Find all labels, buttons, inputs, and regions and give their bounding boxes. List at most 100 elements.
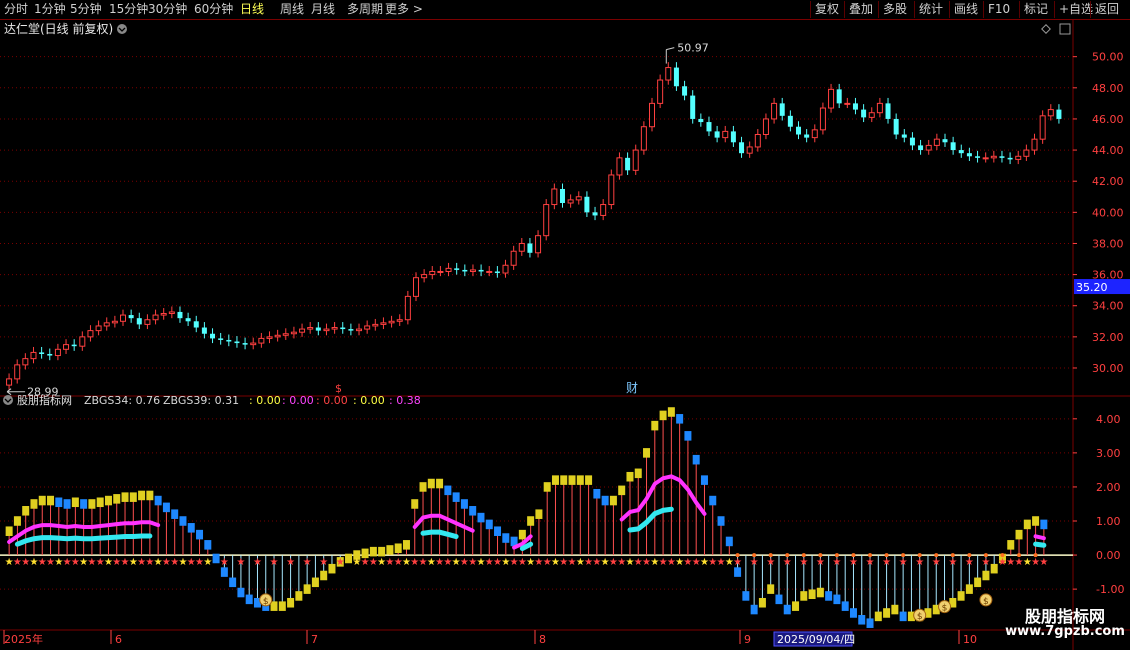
price-tick-label: 48.00 — [1092, 82, 1124, 95]
candle-body — [421, 274, 428, 279]
indicator-block — [1015, 529, 1023, 540]
candle-body — [39, 352, 45, 354]
candle — [128, 309, 134, 323]
candle — [177, 306, 183, 323]
toolbar-button-6[interactable]: 标记 — [1022, 1, 1050, 18]
signal-star: ★ — [932, 557, 941, 568]
toolbar-separator — [1054, 1, 1055, 18]
candle-body — [364, 325, 371, 330]
candle-body — [412, 277, 419, 297]
indicator-block — [146, 490, 154, 501]
candle-body — [218, 338, 224, 340]
candle-body — [87, 330, 94, 338]
svg-text:$: $ — [983, 597, 989, 607]
indicator-block — [568, 475, 576, 485]
indicator-block — [1032, 516, 1040, 526]
indicator-block — [543, 482, 551, 492]
toolbar-button-0[interactable]: 复权 — [813, 1, 841, 18]
toolbar-button-2[interactable]: 多股 — [881, 1, 909, 18]
candle-body — [804, 134, 810, 138]
candle — [958, 144, 964, 158]
period-tab-3[interactable]: 15分钟 — [109, 2, 148, 17]
candle — [469, 264, 476, 277]
period-tab-6[interactable]: 日线 — [240, 2, 264, 17]
candle-body — [714, 131, 720, 138]
candle-body — [575, 196, 582, 201]
candle-body — [1031, 138, 1038, 151]
period-tab-10[interactable]: 更多 > — [385, 2, 423, 17]
toolbar-button-8[interactable]: 返回 — [1093, 1, 1121, 18]
toolbar-button-4[interactable]: 画线 — [952, 1, 980, 18]
candle — [762, 113, 769, 140]
period-tab-1[interactable]: 1分钟 — [34, 2, 66, 17]
signal-star: ★ — [965, 557, 974, 568]
watermark-url: www.7gpzb.com — [1005, 624, 1125, 639]
period-tab-5[interactable]: 60分钟 — [194, 2, 233, 17]
candle-body — [1015, 155, 1022, 160]
toolbar-separator — [810, 1, 811, 18]
date-label: 9 — [744, 633, 751, 646]
candle — [787, 110, 793, 132]
indicator-block — [436, 478, 444, 489]
chart-area[interactable]: 达仁堂(日线 前复权)30.0032.0034.0036.0038.0040.0… — [0, 20, 1130, 650]
candle-body — [722, 130, 729, 139]
candle-body — [640, 126, 647, 151]
signal-dot — [785, 553, 790, 558]
indicator-block — [643, 448, 651, 458]
indicator-block — [874, 611, 882, 622]
signal-star: ★ — [733, 557, 742, 568]
toolbar-button-5[interactable]: F10 — [986, 1, 1012, 18]
candle-body — [852, 103, 858, 110]
candle-body — [282, 333, 289, 336]
indicator-block — [88, 499, 96, 509]
candle-body — [844, 102, 851, 105]
signal-star: ★ — [336, 557, 345, 568]
indicator-block — [71, 497, 79, 508]
candle-body — [429, 270, 436, 276]
candle — [746, 141, 753, 158]
candle — [975, 150, 981, 163]
candle-body — [136, 318, 142, 325]
signal-dot — [1017, 553, 1022, 558]
indicator-block — [113, 494, 121, 504]
candle-body — [226, 339, 232, 342]
candle-body — [152, 314, 159, 321]
candle-body — [63, 344, 70, 350]
period-toolbar: 分时 1分钟 5分钟 15分钟 30分钟 60分钟 日线 周线 月线 多周期 更多 > 复权 叠加 多股统… — [0, 0, 1130, 20]
candle-body — [266, 336, 273, 339]
toolbar-button-1[interactable]: 叠加 — [847, 1, 875, 18]
period-tab-9[interactable]: 多周期 — [347, 2, 383, 17]
indicator-value-6: : 0.38 — [389, 394, 421, 407]
indicator-tick-label: 2.00 — [1096, 481, 1121, 494]
candle — [1007, 152, 1013, 165]
signal-dot — [1033, 553, 1038, 558]
candle — [6, 373, 13, 390]
candle-body — [250, 342, 257, 346]
toolbar-button-3[interactable]: 统计 — [917, 1, 945, 18]
candle — [54, 343, 61, 361]
toolbar-separator — [983, 1, 984, 18]
period-tab-0[interactable]: 分时 — [4, 2, 28, 17]
period-tab-2[interactable]: 5分钟 — [70, 2, 102, 17]
price-tick-label: 44.00 — [1092, 144, 1124, 157]
period-tab-7[interactable]: 周线 — [280, 2, 304, 17]
candle — [307, 322, 314, 334]
indicator-value-4: : 0.00 — [316, 394, 348, 407]
indicator-block — [212, 553, 220, 564]
candle-body — [787, 115, 793, 127]
indicator-value-2: : 0.00 — [249, 394, 281, 407]
candle — [779, 97, 785, 121]
candle-body — [469, 269, 476, 272]
high-price-label: 50.97 — [677, 42, 709, 55]
period-tab-4[interactable]: 30分钟 — [148, 2, 187, 17]
indicator-block — [883, 608, 891, 618]
indicator-block — [527, 516, 535, 526]
signal-dot — [851, 553, 856, 558]
indicator-block — [692, 454, 700, 465]
candle-body — [828, 88, 835, 109]
period-tab-8[interactable]: 月线 — [311, 2, 335, 17]
indicator-block — [47, 495, 55, 506]
indicator-block — [609, 495, 617, 506]
candle-body — [6, 378, 13, 386]
candle — [168, 306, 175, 319]
